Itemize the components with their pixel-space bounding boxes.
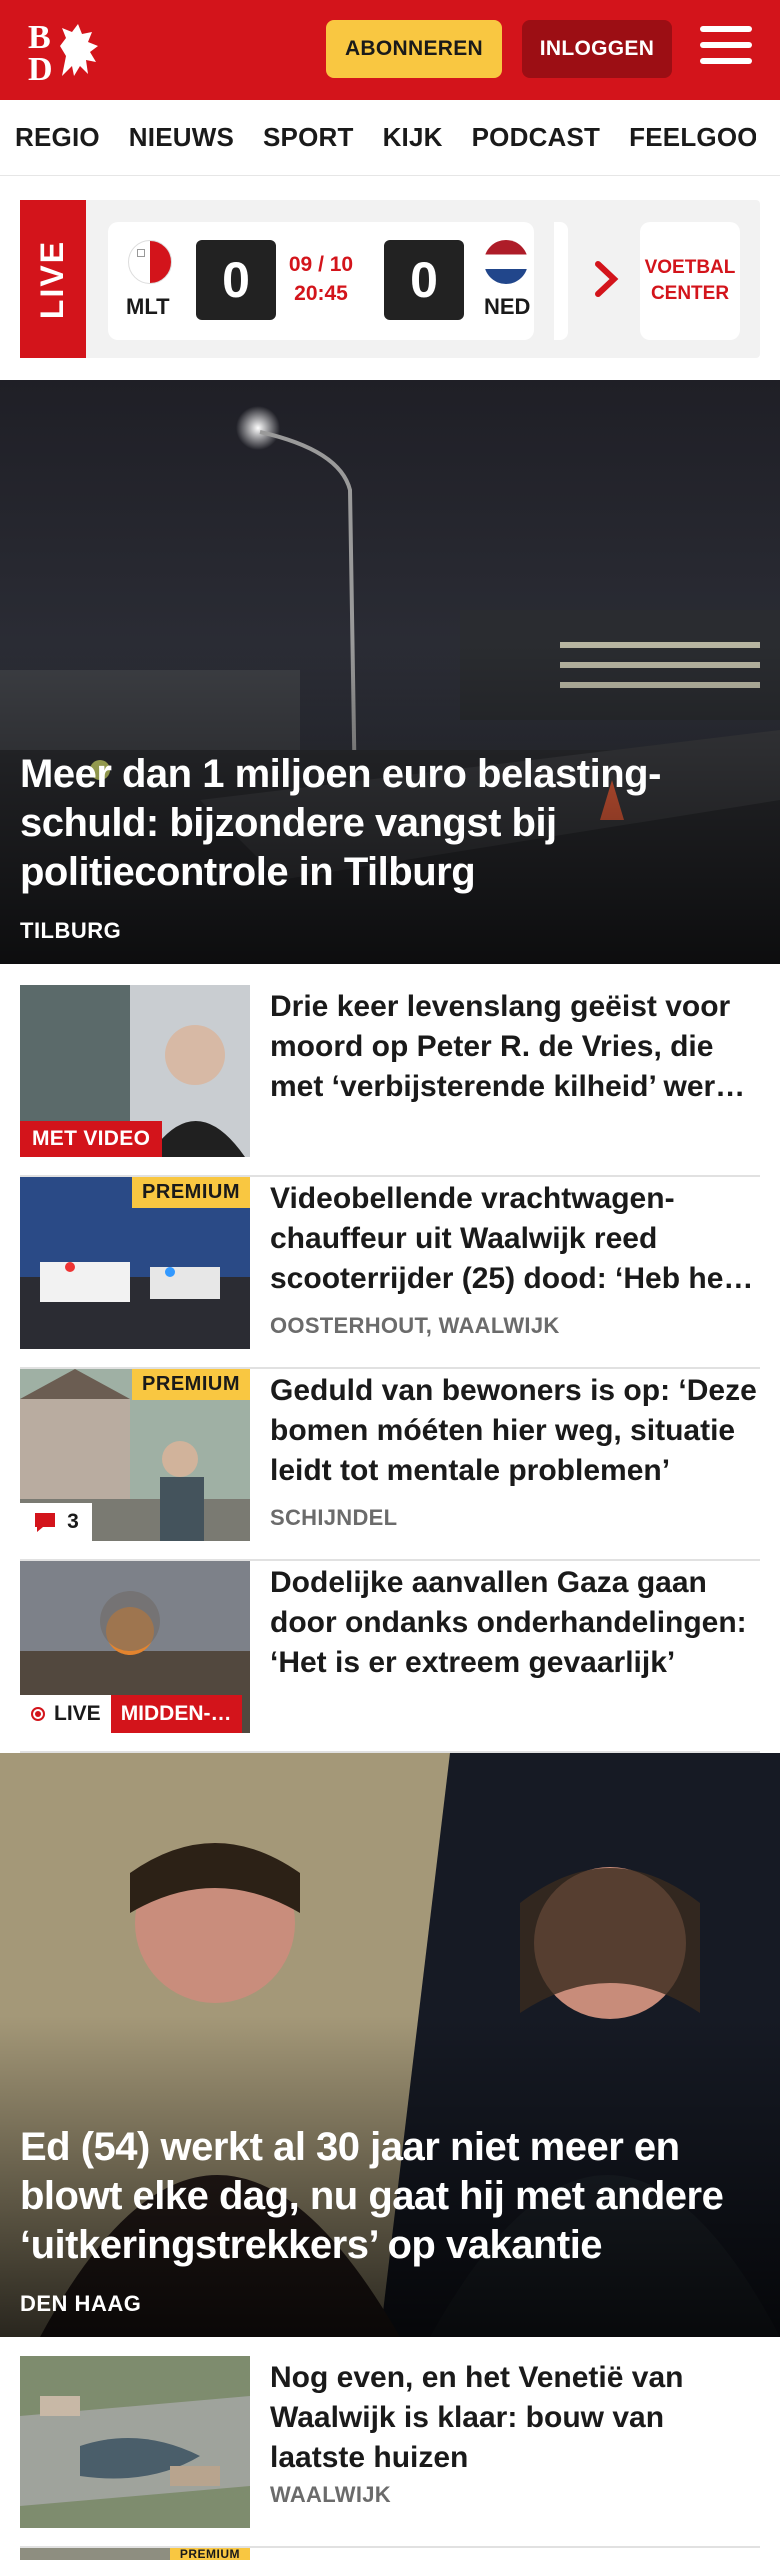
nav-item-sport[interactable]: SPORT xyxy=(263,122,354,153)
home-score: 0 xyxy=(196,240,276,320)
subscribe-button[interactable]: ABONNEREN xyxy=(326,20,502,78)
site-header: B D ABONNEREN INLOGGEN xyxy=(0,0,780,100)
away-score: 0 xyxy=(384,240,464,320)
article-headline[interactable]: Dodelijke aanvallen Gaza gaan door ondan… xyxy=(270,1563,760,1683)
match-datetime: 09 / 10 20:45 xyxy=(288,253,354,305)
article-thumbnail xyxy=(20,2356,250,2528)
premium-badge: PREMIUM xyxy=(132,1369,250,1400)
article-headline[interactable]: Videobellende vrachtwagen-chauffeur uit … xyxy=(270,1179,760,1299)
hero-article-tilburg[interactable]: Meer dan 1 miljoen euro belasting-schuld… xyxy=(0,380,780,964)
hero-location: TILBURG xyxy=(20,918,122,943)
article-location: SCHIJNDEL xyxy=(270,1505,398,1530)
nav-item-feelgood[interactable]: FEELGOOD xyxy=(629,122,777,153)
live-dot-icon xyxy=(31,1707,45,1721)
video-badge: MET VIDEO xyxy=(20,1121,163,1157)
article-thumbnail: MET VIDEO xyxy=(20,985,250,1157)
article-thumbnail: PREMIUM xyxy=(20,2548,250,2560)
article-row[interactable]: PREMIUM Videobellende vrachtwagen-chauff… xyxy=(20,1177,760,1369)
article-row[interactable]: Nog even, en het Venetië van Waalwijk is… xyxy=(20,2356,760,2548)
premium-badge: PREMIUM xyxy=(169,2548,250,2560)
hero-article-den-haag[interactable]: Ed (54) werkt al 30 jaar niet meer en bl… xyxy=(0,1753,780,2337)
login-button[interactable]: INLOGGEN xyxy=(522,20,672,78)
nav-item-kijk[interactable]: KIJK xyxy=(383,122,443,153)
section-nav: REGIO NIEUWS SPORT KIJK PODCAST FEELGOOD… xyxy=(0,100,780,176)
article-location: OOSTERHOUT, WAALWIJK xyxy=(270,1313,560,1338)
article-thumbnail: LIVE MIDDEN-… xyxy=(20,1561,250,1733)
live-tag: LIVE xyxy=(20,200,86,358)
comments-badge: 3 xyxy=(20,1503,92,1541)
svg-text:D: D xyxy=(28,51,53,84)
article-row[interactable]: PREMIUM xyxy=(20,2548,760,2560)
hero-headline[interactable]: Meer dan 1 miljoen euro belasting-schuld… xyxy=(20,750,740,897)
netherlands-flag-icon xyxy=(484,240,528,284)
nav-item-regio[interactable]: REGIO xyxy=(15,122,100,153)
article-row[interactable]: LIVE MIDDEN-… Dodelijke aanvallen Gaza g… xyxy=(20,1561,760,1753)
nav-item-nieuws[interactable]: NIEUWS xyxy=(129,122,234,153)
article-location: WAALWIJK xyxy=(270,2482,391,2507)
voetbal-center-link[interactable]: VOETBAL CENTER xyxy=(640,222,740,340)
bd-logo[interactable]: B D xyxy=(26,16,110,84)
nav-item-podcast[interactable]: PODCAST xyxy=(472,122,601,153)
live-scores-widget: LIVE MLT 0 09 / 10 20:45 0 NED VOETBAL C… xyxy=(20,200,760,358)
article-headline[interactable]: Geduld van bewoners is op: ‘Deze bomen m… xyxy=(270,1371,760,1491)
chevron-right-icon[interactable] xyxy=(592,258,622,300)
article-thumbnail: PREMIUM xyxy=(20,1177,250,1349)
article-headline[interactable]: Nog even, en het Venetië van Waalwijk is… xyxy=(270,2358,760,2478)
article-headline[interactable]: Drie keer levenslang geëist voor moord o… xyxy=(270,987,760,1107)
comment-icon xyxy=(35,1513,56,1532)
live-badge: LIVE MIDDEN-… xyxy=(20,1695,242,1733)
article-thumbnail: PREMIUM 3 xyxy=(20,1369,250,1541)
next-match-peek xyxy=(554,222,568,340)
away-team-name: NED xyxy=(484,294,531,319)
hamburger-menu-icon[interactable] xyxy=(700,26,752,70)
premium-badge: PREMIUM xyxy=(132,1177,250,1208)
hero-headline[interactable]: Ed (54) werkt al 30 jaar niet meer en bl… xyxy=(20,2123,770,2270)
home-team-name: MLT xyxy=(126,294,170,319)
article-row[interactable]: MET VIDEO Drie keer levenslang geëist vo… xyxy=(20,985,760,1177)
malta-flag-icon xyxy=(128,240,172,284)
match-card[interactable]: MLT 0 09 / 10 20:45 0 NED xyxy=(108,222,534,340)
article-row[interactable]: PREMIUM 3 Geduld van bewoners is op: ‘De… xyxy=(20,1369,760,1561)
hero-location: DEN HAAG xyxy=(20,2291,142,2316)
nav-fade xyxy=(756,100,780,175)
